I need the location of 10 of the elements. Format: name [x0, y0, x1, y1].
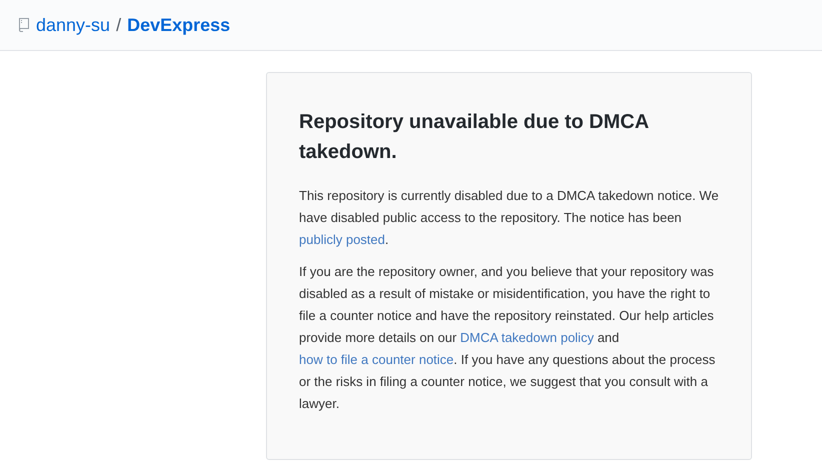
- notice-title: Repository unavailable due to DMCA takedown.: [299, 110, 650, 165]
- notice-link[interactable]: how to file a counter notice: [299, 352, 454, 367]
- path-separator: /: [116, 14, 122, 36]
- notice-paragraph: This repository is currently disabled due to a DMCA takedown notice. We have disabled public access to the repository. The notice has been publicly posted.: [299, 187, 719, 249]
- owner-link[interactable]: danny-su: [36, 14, 110, 36]
- repo-icon: [18, 17, 30, 33]
- notice-paragraph: If you are the repository owner, and you believe that your repository was disabled as a result of mistake or misidentification, you have the right to file a counter notice and have the repository reinstated. Our help articles provide more details on our DMCA takedown policy and how to file a counter notice. If you have any questions about the process or the risks in filing a counter notice, we suggest that you consult with a lawyer.: [299, 263, 716, 413]
- notice-link[interactable]: DMCA takedown policy: [460, 330, 594, 345]
- repo-link[interactable]: DevExpress: [127, 14, 230, 36]
- notice-link[interactable]: publicly posted: [299, 232, 385, 247]
